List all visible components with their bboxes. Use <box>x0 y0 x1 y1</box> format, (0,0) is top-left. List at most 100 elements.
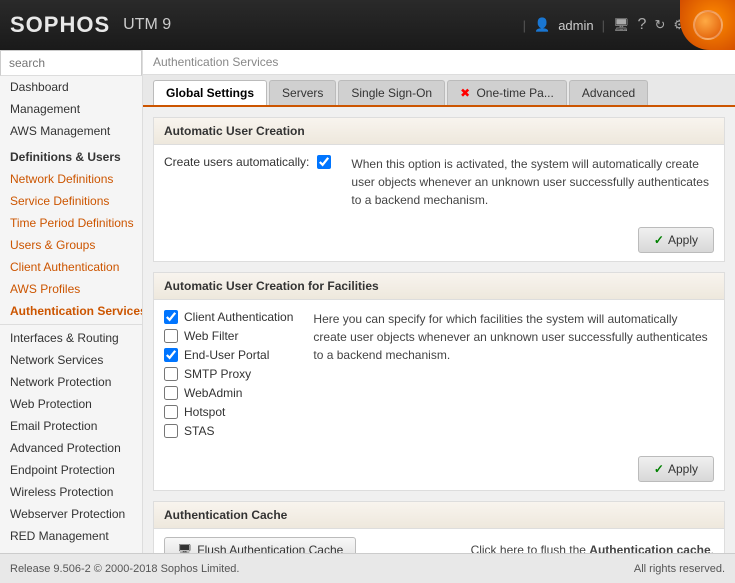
auto-user-creation-apply-row: ✓ Apply <box>154 219 724 261</box>
auth-cache-action-row: 🖥 Flush Authentication Cache Click here … <box>154 529 724 553</box>
tab-error-icon: ✖ <box>460 86 470 100</box>
sidebar-item-wireless[interactable]: Wireless Protection <box>0 481 142 503</box>
sidebar-item-webserver[interactable]: Webserver Protection <box>0 503 142 525</box>
cb-end-user-portal: End-User Portal <box>164 348 293 362</box>
main-layout: Dashboard Management AWS Management Defi… <box>0 50 735 553</box>
facilities-desc: Here you can specify for which facilitie… <box>313 310 714 364</box>
sidebar-item-network-services[interactable]: Network Services <box>0 349 142 371</box>
flush-desc-prefix: Click here to flush the <box>471 543 590 553</box>
search-input[interactable] <box>0 50 142 76</box>
tab-one-time-pa[interactable]: ✖ One-time Pa... <box>447 80 567 105</box>
cb-client-auth: Client Authentication <box>164 310 293 324</box>
sidebar-item-aws-profiles[interactable]: AWS Profiles <box>0 278 142 300</box>
logo-area: SOPHOS UTM 9 <box>10 12 171 38</box>
create-users-row: Create users automatically: <box>164 155 331 169</box>
sidebar-item-dashboard[interactable]: Dashboard <box>0 76 142 98</box>
cb-web-filter-label: Web Filter <box>184 329 238 343</box>
sophos-orb <box>680 0 735 50</box>
admin-label: admin <box>558 18 593 33</box>
cb-smtp-proxy-label: SMTP Proxy <box>184 367 251 381</box>
cb-web-filter: Web Filter <box>164 329 293 343</box>
cb-smtp-proxy: SMTP Proxy <box>164 367 293 381</box>
cb-client-auth-label: Client Authentication <box>184 310 293 324</box>
auto-user-creation-header: Automatic User Creation <box>154 118 724 145</box>
user-icon: 👤 <box>534 17 550 33</box>
separator: | <box>523 18 526 33</box>
cb-client-auth-input[interactable] <box>164 310 178 324</box>
facilities-apply-label: Apply <box>668 462 698 476</box>
cb-end-user-portal-input[interactable] <box>164 348 178 362</box>
sidebar-item-users-groups[interactable]: Users & Groups <box>0 234 142 256</box>
sidebar-item-network-definitions[interactable]: Network Definitions <box>0 168 142 190</box>
auto-user-facilities-section: Automatic User Creation for Facilities C… <box>153 272 725 491</box>
sidebar-item-red[interactable]: RED Management <box>0 525 142 547</box>
footer-release: Release 9.506-2 © 2000-2018 Sophos Limit… <box>10 563 239 575</box>
auto-user-creation-row: Create users automatically: When this op… <box>164 155 714 209</box>
sidebar-item-endpoint[interactable]: Endpoint Protection <box>0 459 142 481</box>
header-icons: | 👤 admin | 🖥 ? ↻ ⚙ <box>523 16 685 34</box>
flush-btn-label: Flush Authentication Cache <box>197 543 343 553</box>
footer-rights: All rights reserved. <box>634 563 725 575</box>
sidebar-item-auth-services[interactable]: Authentication Services <box>0 300 142 322</box>
content-area: Authentication Services Global Settings … <box>143 50 735 553</box>
sidebar-item-site-vpn[interactable]: Site-to-site VPN <box>0 547 142 553</box>
cb-webadmin-input[interactable] <box>164 386 178 400</box>
sidebar-item-interfaces[interactable]: Interfaces & Routing <box>0 327 142 349</box>
auto-user-creation-content: Create users automatically: When this op… <box>154 145 724 219</box>
flush-icon: 🖥 <box>177 543 192 553</box>
facilities-checkboxes: Client Authentication Web Filter End-Use… <box>164 310 293 438</box>
cb-stas: STAS <box>164 424 293 438</box>
sidebar-item-management[interactable]: Management <box>0 98 142 120</box>
flush-cache-btn[interactable]: 🖥 Flush Authentication Cache <box>164 537 356 553</box>
sidebar-section-definitions: Definitions & Users <box>0 146 142 168</box>
tabs-bar: Global Settings Servers Single Sign-On ✖… <box>143 75 735 107</box>
cb-web-filter-input[interactable] <box>164 329 178 343</box>
footer: Release 9.506-2 © 2000-2018 Sophos Limit… <box>0 553 735 583</box>
checkboxes-list: Client Authentication Web Filter End-Use… <box>164 310 293 438</box>
apply-label: Apply <box>668 233 698 247</box>
sidebar-item-web-protection[interactable]: Web Protection <box>0 393 142 415</box>
sidebar-item-time-period[interactable]: Time Period Definitions <box>0 212 142 234</box>
sidebar-item-network-protection[interactable]: Network Protection <box>0 371 142 393</box>
auto-user-creation-left: Create users automatically: <box>164 155 331 177</box>
monitor-icon[interactable]: 🖥 <box>613 17 630 33</box>
cb-smtp-proxy-input[interactable] <box>164 367 178 381</box>
cb-hotspot-input[interactable] <box>164 405 178 419</box>
facilities-apply-btn[interactable]: ✓ Apply <box>638 456 714 482</box>
sidebar-item-aws-management[interactable]: AWS Management <box>0 120 142 142</box>
flush-desc-bold: Authentication cache <box>589 543 710 553</box>
create-users-label: Create users automatically: <box>164 155 309 169</box>
sidebar-item-service-definitions[interactable]: Service Definitions <box>0 190 142 212</box>
tab-servers[interactable]: Servers <box>269 80 336 105</box>
sidebar-item-advanced-protection[interactable]: Advanced Protection <box>0 437 142 459</box>
help-icon[interactable]: ? <box>638 16 647 34</box>
auto-user-facilities-content: Client Authentication Web Filter End-Use… <box>154 300 724 448</box>
separator2: | <box>602 18 605 33</box>
flush-desc-suffix: . <box>711 543 714 553</box>
cb-hotspot: Hotspot <box>164 405 293 419</box>
cb-webadmin-label: WebAdmin <box>184 386 242 400</box>
flush-cache-desc: Click here to flush the Authentication c… <box>471 543 714 553</box>
cb-stas-label: STAS <box>184 424 214 438</box>
sidebar: Dashboard Management AWS Management Defi… <box>0 50 143 553</box>
tab-single-sign-on[interactable]: Single Sign-On <box>338 80 445 105</box>
cb-webadmin: WebAdmin <box>164 386 293 400</box>
tab-global-settings[interactable]: Global Settings <box>153 80 267 105</box>
orb-inner <box>693 10 723 40</box>
breadcrumb: Authentication Services <box>143 50 735 75</box>
auto-user-creation-section: Automatic User Creation Create users aut… <box>153 117 725 262</box>
tab-advanced[interactable]: Advanced <box>569 80 648 105</box>
auth-cache-header: Authentication Cache <box>154 502 724 529</box>
sidebar-item-email-protection[interactable]: Email Protection <box>0 415 142 437</box>
cb-stas-input[interactable] <box>164 424 178 438</box>
sidebar-separator <box>0 324 142 325</box>
sophos-logo: SOPHOS <box>10 12 110 38</box>
facilities-apply-row: ✓ Apply <box>154 448 724 490</box>
create-users-checkbox[interactable] <box>317 155 331 169</box>
auto-user-facilities-row: Client Authentication Web Filter End-Use… <box>164 310 714 438</box>
refresh-icon[interactable]: ↻ <box>654 17 665 33</box>
apply-check-icon: ✓ <box>654 233 664 247</box>
auto-user-creation-apply-btn[interactable]: ✓ Apply <box>638 227 714 253</box>
auto-user-facilities-header: Automatic User Creation for Facilities <box>154 273 724 300</box>
sidebar-item-client-auth[interactable]: Client Authentication <box>0 256 142 278</box>
